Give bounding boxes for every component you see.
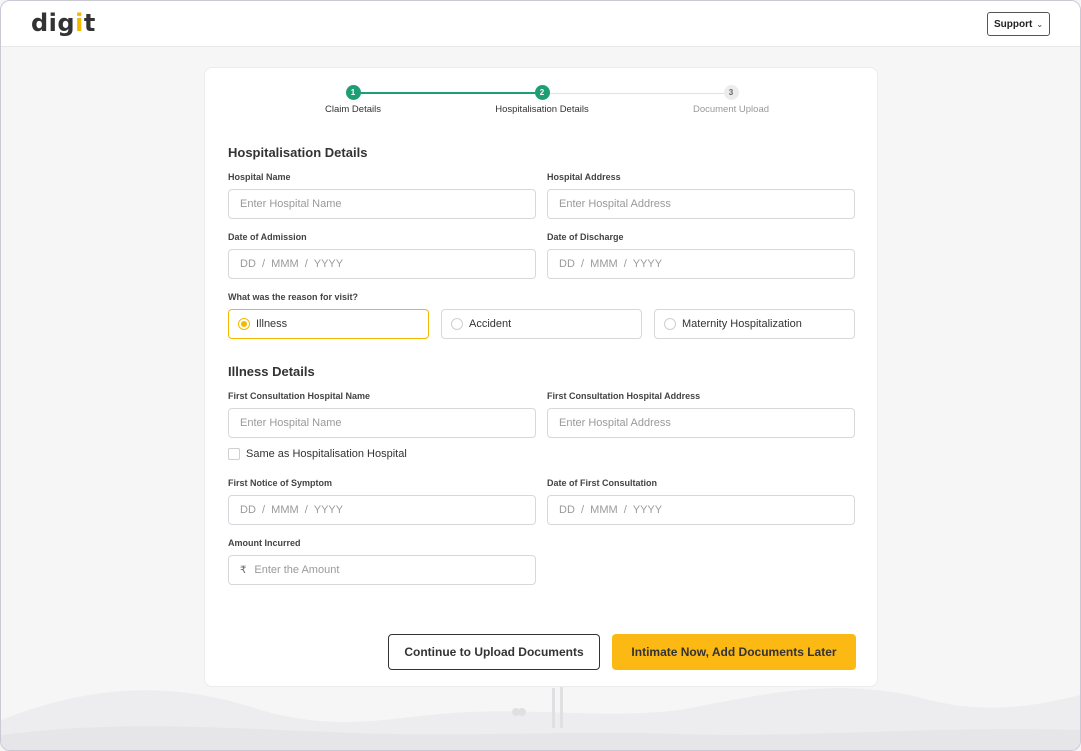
symptom-date-label: First Notice of Symptom: [228, 478, 333, 488]
step-label: Claim Details: [325, 104, 381, 115]
hospital-name-placeholder: Enter Hospital Name: [240, 198, 342, 210]
step-label: Hospitalisation Details: [495, 104, 589, 115]
hospital-address-placeholder: Enter Hospital Address: [559, 198, 671, 210]
same-as-hospital-checkbox-row[interactable]: Same as Hospitalisation Hospital: [228, 448, 407, 460]
reason-option-maternity[interactable]: Maternity Hospitalization: [654, 309, 855, 339]
support-label: Support: [993, 18, 1033, 30]
symptom-date-placeholder: DD / MMM / YYYY: [240, 504, 344, 516]
admission-date-input[interactable]: DD / MMM / YYYY: [228, 249, 536, 279]
hospitalisation-section-title: Hospitalisation Details: [228, 145, 368, 160]
same-as-hospital-checkbox[interactable]: [228, 448, 240, 460]
reason-option-accident[interactable]: Accident: [441, 309, 642, 339]
consultation-date-label: Date of First Consultation: [547, 478, 657, 488]
support-button[interactable]: Support ⌄: [987, 12, 1050, 36]
step-hospitalisation-details[interactable]: 2 Hospitalisation Details: [472, 84, 612, 115]
step-label: Document Upload: [692, 104, 770, 115]
chevron-down-icon: ⌄: [1036, 19, 1044, 29]
consultation-date-placeholder: DD / MMM / YYYY: [559, 504, 663, 516]
hospital-name-label: Hospital Name: [228, 172, 291, 182]
visit-reason-label: What was the reason for visit?: [228, 292, 359, 302]
reason-option-label: Accident: [469, 318, 512, 330]
intimate-now-button[interactable]: Intimate Now, Add Documents Later: [612, 634, 856, 670]
symptom-date-input[interactable]: DD / MMM / YYYY: [228, 495, 536, 525]
first-address-input[interactable]: Enter Hospital Address: [547, 408, 855, 438]
reason-option-label: Illness: [256, 318, 288, 330]
discharge-date-placeholder: DD / MMM / YYYY: [559, 258, 663, 270]
radio-unselected-icon: [451, 318, 463, 330]
step-number-badge: 1: [345, 85, 361, 100]
discharge-date-input[interactable]: DD / MMM / YYYY: [547, 249, 855, 279]
first-hospital-input[interactable]: Enter Hospital Name: [228, 408, 536, 438]
first-address-label: First Consultation Hospital Address: [547, 391, 701, 401]
hospital-address-label: Hospital Address: [547, 172, 621, 182]
radio-selected-icon: [238, 318, 250, 330]
amount-input[interactable]: ₹ Enter the Amount: [228, 555, 536, 585]
radio-unselected-icon: [664, 318, 676, 330]
admission-date-label: Date of Admission: [228, 232, 307, 242]
step-document-upload[interactable]: 3 Document Upload: [661, 84, 801, 115]
hospital-name-input[interactable]: Enter Hospital Name: [228, 189, 536, 219]
logo-text-end: t: [83, 9, 96, 37]
hospital-address-input[interactable]: Enter Hospital Address: [547, 189, 855, 219]
claim-form-card: 1 Claim Details 2 Hospitalisation Detail…: [204, 67, 878, 687]
progress-stepper: 1 Claim Details 2 Hospitalisation Detail…: [205, 84, 877, 124]
rupee-icon: ₹: [240, 564, 247, 576]
top-navbar: digit Support ⌄: [1, 1, 1080, 47]
logo-text-accent: i: [75, 9, 84, 37]
same-as-hospital-label: Same as Hospitalisation Hospital: [246, 448, 407, 460]
step-number-badge: 2: [534, 85, 550, 100]
digit-logo[interactable]: digit: [31, 9, 96, 37]
step-claim-details[interactable]: 1 Claim Details: [283, 84, 423, 115]
continue-upload-button[interactable]: Continue to Upload Documents: [388, 634, 600, 670]
amount-placeholder: Enter the Amount: [254, 564, 340, 576]
illness-section-title: Illness Details: [228, 364, 315, 379]
first-address-placeholder: Enter Hospital Address: [559, 417, 671, 429]
logo-text-main: dig: [31, 9, 76, 37]
app-window: digit Support ⌄ 1 Claim Details 2 Hospit…: [0, 0, 1081, 751]
first-hospital-placeholder: Enter Hospital Name: [240, 417, 342, 429]
reason-option-label: Maternity Hospitalization: [682, 318, 802, 330]
reason-option-illness[interactable]: Illness: [228, 309, 429, 339]
amount-label: Amount Incurred: [228, 538, 301, 548]
admission-date-placeholder: DD / MMM / YYYY: [240, 258, 344, 270]
discharge-date-label: Date of Discharge: [547, 232, 624, 242]
step-number-badge: 3: [723, 85, 739, 100]
consultation-date-input[interactable]: DD / MMM / YYYY: [547, 495, 855, 525]
first-hospital-label: First Consultation Hospital Name: [228, 391, 371, 401]
